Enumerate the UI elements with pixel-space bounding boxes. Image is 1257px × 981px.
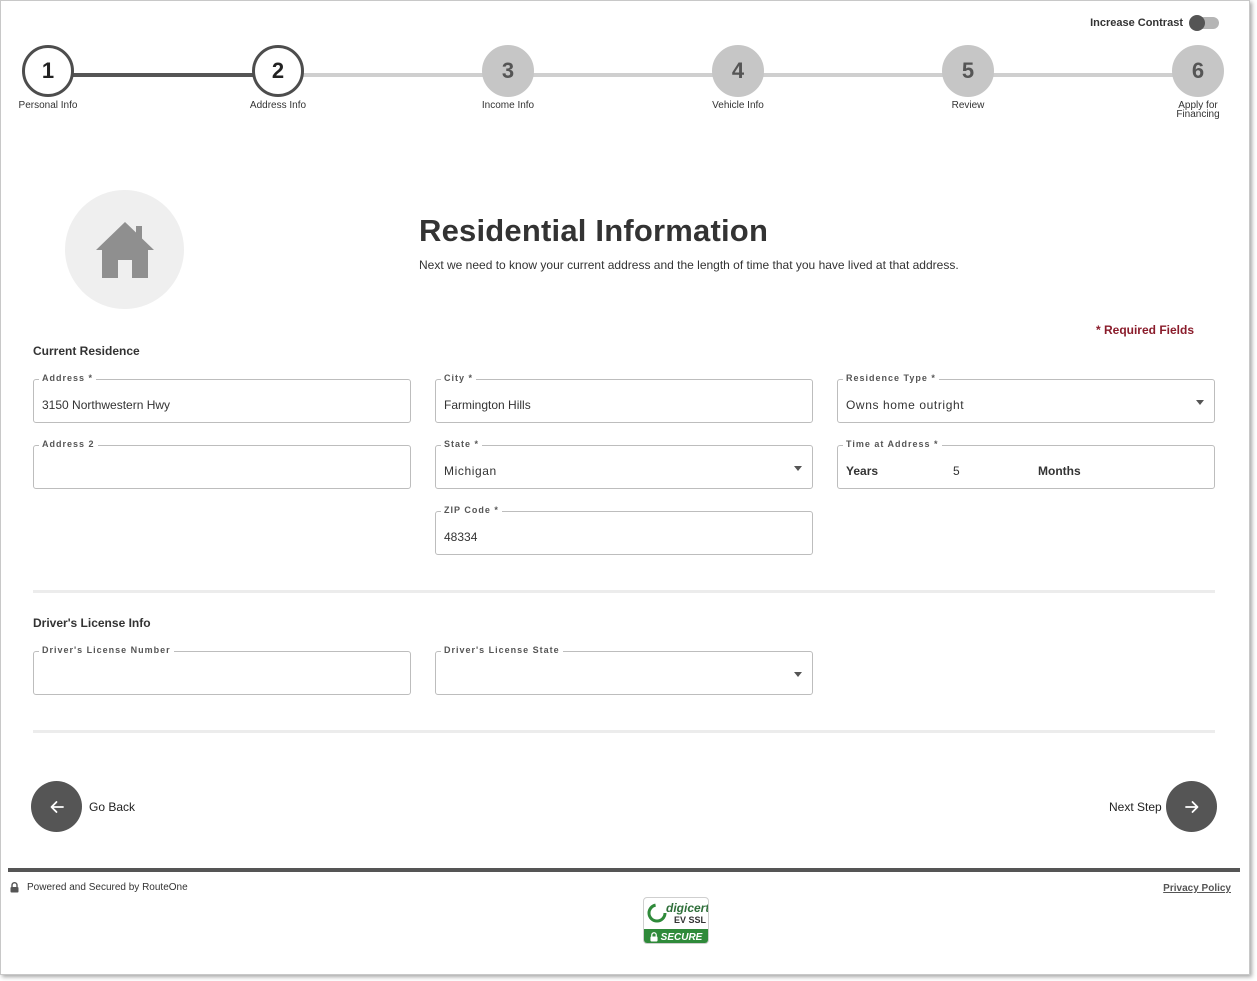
increase-contrast-toggle[interactable] — [1189, 15, 1219, 31]
badge-top: digicert EV SSL — [644, 898, 708, 929]
step-label: Review — [951, 100, 985, 111]
step-label: Address Info — [249, 100, 307, 111]
years-label: Years — [846, 464, 879, 478]
next-step-label[interactable]: Next Step — [1109, 800, 1162, 814]
page-title: Residential Information — [419, 213, 769, 248]
chevron-down-icon — [1196, 400, 1204, 405]
privacy-policy-link[interactable]: Privacy Policy — [1163, 883, 1231, 894]
go-back-button[interactable] — [31, 781, 82, 832]
increase-contrast-control[interactable]: Increase Contrast — [1090, 15, 1219, 31]
field-label: Address * — [39, 373, 97, 383]
step-income-info: 3 Income Info — [481, 45, 535, 111]
badge-secure-strip: SECURE — [644, 929, 708, 943]
stepper-track-complete — [48, 73, 278, 77]
step-apply-for-financing: 6 Apply for Financing — [1171, 45, 1225, 120]
required-fields-note: * Required Fields — [1095, 323, 1194, 337]
field-value: Michigan — [444, 464, 497, 478]
address2-field[interactable]: Address 2 — [33, 439, 411, 489]
field-label: ZIP Code * — [441, 505, 502, 515]
powered-by-text: Powered and Secured by RouteOne — [27, 882, 188, 893]
section-divider — [33, 590, 1215, 593]
lock-icon — [10, 882, 19, 893]
page-subtitle: Next we need to know your current addres… — [419, 258, 959, 272]
field-label: City * — [441, 373, 477, 383]
field-label: Driver's License State — [441, 645, 563, 655]
arrow-left-icon — [50, 800, 64, 813]
residence-type-select[interactable]: Residence Type * Owns home outright — [837, 373, 1215, 423]
step-number: 3 — [482, 45, 534, 97]
time-at-address-field[interactable]: Time at Address * Years 5 Months — [837, 439, 1215, 489]
arrow-right-icon — [1184, 800, 1198, 813]
section-divider — [33, 730, 1215, 733]
step-label: Apply for Financing — [1176, 100, 1220, 120]
step-address-info[interactable]: 2 Address Info — [250, 45, 306, 111]
step-label: Income Info — [481, 100, 535, 111]
field-label: State * — [441, 439, 483, 449]
digicert-logo-icon — [647, 903, 667, 923]
current-residence-heading: Current Residence — [33, 344, 140, 358]
powered-by: Powered and Secured by RouteOne — [10, 882, 188, 893]
field-value: Farmington Hills — [444, 398, 531, 412]
step-number: 1 — [22, 45, 74, 97]
chevron-down-icon — [794, 672, 802, 677]
step-number: 4 — [712, 45, 764, 97]
years-input[interactable]: 5 — [953, 464, 960, 478]
field-label: Address 2 — [39, 439, 98, 449]
drivers-license-state-select[interactable]: Driver's License State — [435, 645, 813, 695]
step-number: 6 — [1172, 45, 1224, 97]
chevron-down-icon — [794, 466, 802, 471]
toggle-knob — [1189, 15, 1205, 31]
increase-contrast-label: Increase Contrast — [1090, 17, 1183, 29]
house-icon-badge — [65, 190, 184, 309]
next-step-button[interactable] — [1166, 781, 1217, 832]
step-review: 5 Review — [941, 45, 995, 111]
city-field[interactable]: City * Farmington Hills — [435, 373, 813, 423]
step-label: Vehicle Info — [712, 100, 764, 111]
field-value: Owns home outright — [846, 398, 965, 412]
go-back-label[interactable]: Go Back — [89, 800, 135, 814]
months-label: Months — [1038, 464, 1081, 478]
state-select[interactable]: State * Michigan — [435, 439, 813, 489]
field-label: Driver's License Number — [39, 645, 174, 655]
step-number: 5 — [942, 45, 994, 97]
zip-code-field[interactable]: ZIP Code * 48334 — [435, 505, 813, 555]
field-value: 3150 Northwestern Hwy — [42, 398, 171, 412]
progress-stepper: 1 Personal Info 2 Address Info 3 Income … — [19, 45, 1226, 125]
step-personal-info[interactable]: 1 Personal Info — [19, 45, 77, 111]
application-window: Increase Contrast 1 Personal Info 2 Addr… — [0, 0, 1250, 975]
badge-brand: digicert — [666, 901, 709, 915]
drivers-license-number-field[interactable]: Driver's License Number — [33, 645, 411, 695]
field-label: Time at Address * — [843, 439, 942, 449]
step-label: Personal Info — [18, 100, 78, 111]
step-vehicle-info: 4 Vehicle Info — [711, 45, 765, 111]
field-value: 48334 — [444, 530, 478, 544]
field-label: Residence Type * — [843, 373, 939, 383]
address-field[interactable]: Address * 3150 Northwestern Hwy — [33, 373, 411, 423]
digicert-ev-ssl-badge[interactable]: digicert EV SSL SECURE — [643, 897, 709, 944]
badge-ev-ssl: EV SSL — [674, 915, 707, 925]
badge-secure-text: SECURE — [660, 931, 703, 943]
footer-divider — [8, 868, 1240, 872]
house-icon — [95, 221, 154, 278]
lock-icon — [650, 932, 658, 942]
drivers-license-heading: Driver's License Info — [33, 616, 151, 630]
step-number: 2 — [252, 45, 304, 97]
